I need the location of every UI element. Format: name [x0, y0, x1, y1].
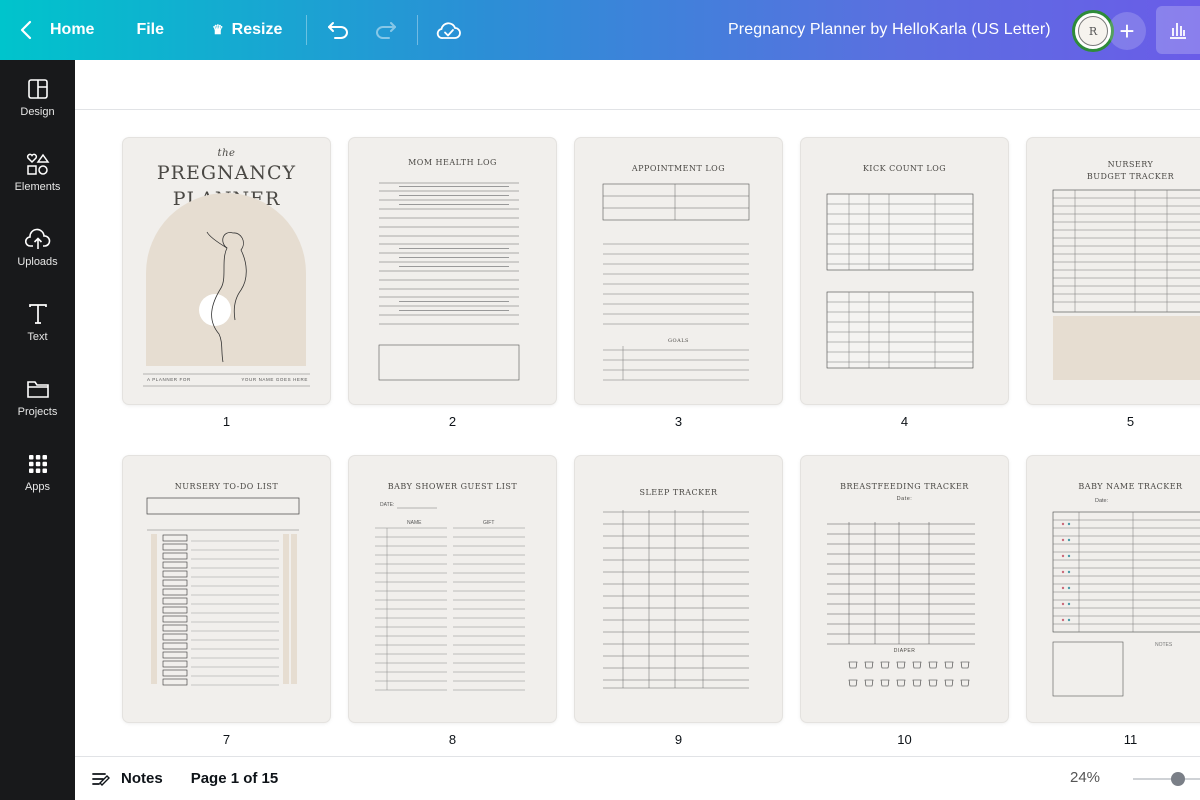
sidebar-item-elements[interactable]: Elements [0, 153, 75, 213]
back-chevron-icon[interactable] [20, 0, 40, 60]
resize-button[interactable]: ♛ Resize [212, 0, 282, 60]
folder-icon [26, 381, 49, 398]
page-thumbnail-7[interactable]: NURSERY TO-DO LIST [123, 456, 330, 722]
file-menu-button[interactable]: File [136, 0, 164, 60]
page-number: 10 [897, 732, 912, 747]
add-collaborator-plus-icon[interactable]: + [1108, 12, 1146, 50]
zoom-slider-track[interactable] [1133, 778, 1200, 780]
toolbar-divider [306, 15, 308, 45]
sidebar-item-label: Design [20, 106, 55, 118]
page-thumbnail-8[interactable]: BABY SHOWER GUEST LIST DATE: NAME GIFT [349, 456, 556, 722]
redo-icon[interactable] [375, 0, 397, 60]
page-thumbnail-11[interactable]: BABY NAME TRACKER Date: NOTES [1027, 456, 1200, 722]
page-number: 1 [222, 414, 231, 429]
home-button[interactable]: Home [50, 0, 94, 60]
page-number: 4 [900, 414, 909, 429]
sidebar-item-projects[interactable]: Projects [0, 378, 75, 438]
cloud-upload-icon [24, 228, 50, 249]
sidebar-item-label: Apps [24, 481, 51, 493]
sidebar-item-label: Elements [14, 181, 61, 193]
page-number: 11 [1123, 732, 1138, 747]
page-thumbnail-1[interactable]: the PREGNANCY PLANNER A PLANNER FOR YOUR… [123, 138, 330, 404]
toolbar-divider [417, 15, 419, 45]
page-thumbnail-10[interactable]: BREASTFEEDING TRACKER Date: DIAPER [801, 456, 1008, 722]
shapes-icon [26, 153, 49, 175]
zoom-level[interactable]: 24% [1070, 769, 1100, 786]
avatar-initial: R [1078, 16, 1108, 46]
baby-name-table [1052, 511, 1200, 697]
cloud-saved-icon[interactable] [436, 0, 462, 60]
page-thumbnail-9[interactable]: SLEEP TRACKER [575, 456, 782, 722]
text-icon [28, 304, 47, 324]
sidebar-item-uploads[interactable]: Uploads [0, 228, 75, 288]
todo-list-lines [146, 497, 300, 686]
page-thumbnail-2[interactable]: MOM HEALTH LOG [349, 138, 556, 404]
context-toolbar [75, 60, 1200, 110]
goals-label: GOALS [668, 338, 689, 344]
sidebar-item-text[interactable]: Text [0, 303, 75, 363]
page-thumbnail-3[interactable]: APPOINTMENT LOG GOALS [575, 138, 782, 404]
bottom-bar: Notes Page 1 of 15 24% [75, 756, 1200, 800]
budget-table [1052, 189, 1200, 380]
layout-icon [27, 79, 48, 99]
page-number: 8 [448, 732, 457, 747]
footer-left: A PLANNER FOR [147, 377, 191, 382]
footer-right: YOUR NAME GOES HERE [241, 377, 308, 382]
sidebar-item-apps[interactable]: Apps [0, 453, 75, 513]
sidebar-item-design[interactable]: Design [0, 78, 75, 138]
page-thumbnail-5[interactable]: NURSERY BUDGET TRACKER [1027, 138, 1200, 404]
crown-icon: ♛ [212, 22, 224, 37]
insights-bar-chart-icon[interactable] [1156, 6, 1200, 54]
sidebar-item-label: Text [27, 331, 48, 343]
sidebar-item-label: Projects [17, 406, 58, 418]
notes-label: Notes [121, 770, 163, 787]
document-title[interactable]: Pregnancy Planner by HelloKarla (US Lett… [728, 0, 1051, 60]
zoom-slider-handle[interactable] [1171, 772, 1185, 786]
health-log-lines [378, 182, 520, 381]
page-number: 2 [448, 414, 457, 429]
guest-list-lines [375, 507, 525, 691]
sidebar-item-label: Uploads [17, 256, 58, 268]
notes-icon [92, 772, 110, 786]
page-thumbnail-4[interactable]: KICK COUNT LOG [801, 138, 1008, 404]
sleep-tracker-table [603, 510, 749, 689]
page-grid-canvas: the PREGNANCY PLANNER A PLANNER FOR YOUR… [75, 60, 1200, 756]
page-number: 9 [674, 732, 683, 747]
breastfeeding-table [827, 522, 975, 687]
pregnant-woman-line-art [143, 193, 310, 387]
top-bar: Home File ♛ Resize Pregnancy Planner by … [0, 0, 1200, 60]
grid-icon [28, 455, 47, 473]
appointment-lines [602, 183, 750, 381]
grid-view: the PREGNANCY PLANNER A PLANNER FOR YOUR… [75, 110, 1200, 756]
sidebar: Design Elements Uploads Text Projects Ap… [0, 60, 75, 800]
page-number: 5 [1126, 414, 1135, 429]
undo-icon[interactable] [327, 0, 349, 60]
page-number: 3 [674, 414, 683, 429]
page-indicator[interactable]: Page 1 of 15 [191, 770, 279, 787]
kick-count-tables [826, 193, 974, 369]
resize-label: Resize [231, 21, 283, 38]
notes-button[interactable]: Notes [91, 770, 163, 787]
page-number: 7 [222, 732, 231, 747]
